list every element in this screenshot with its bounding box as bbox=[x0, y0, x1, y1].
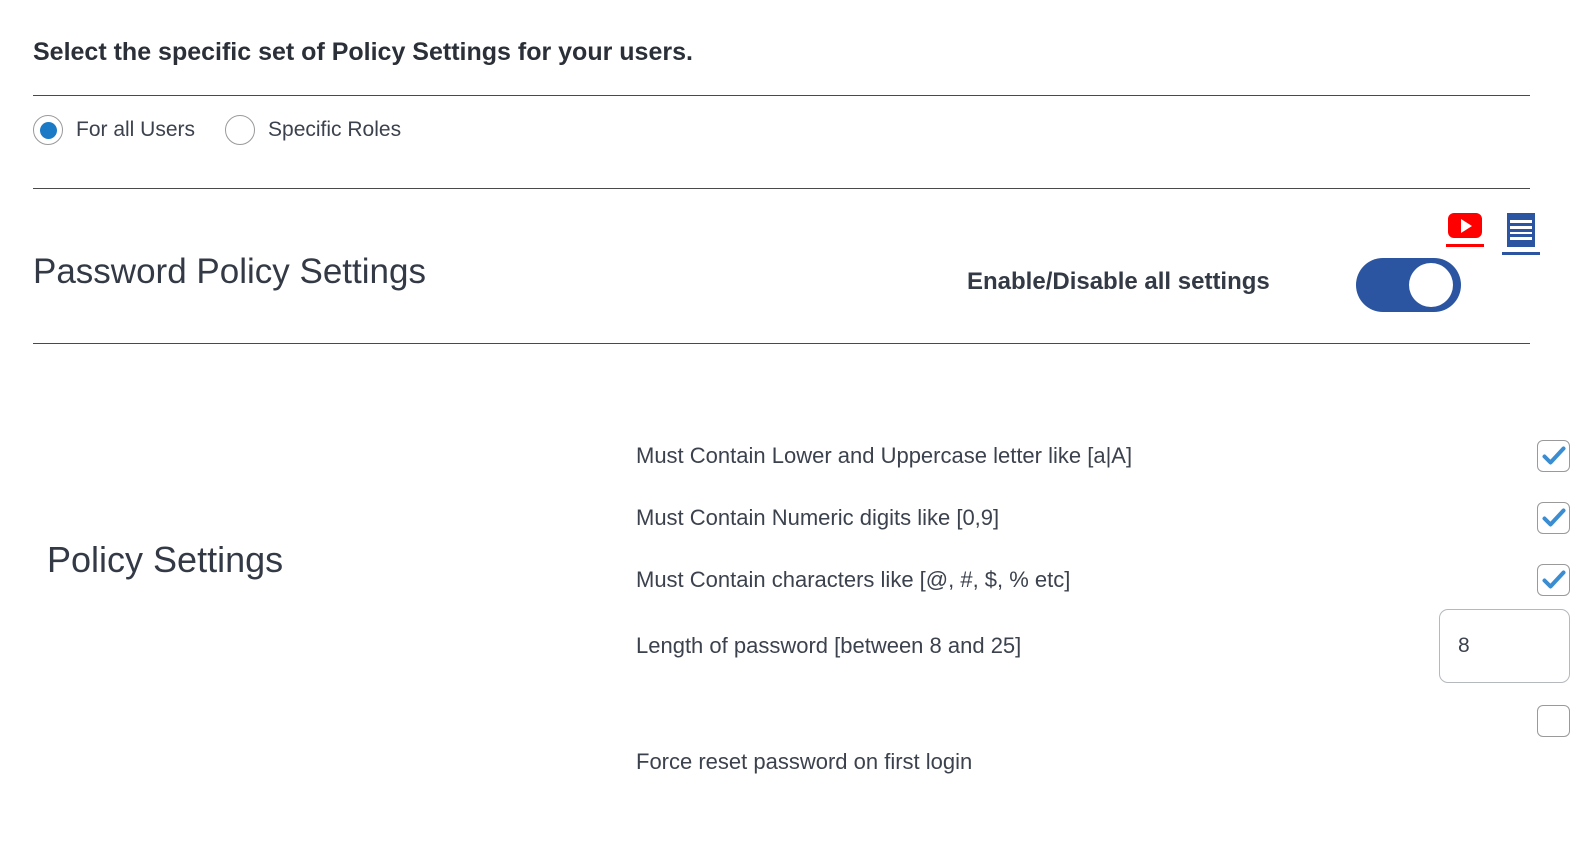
policy-row-force-reset: Force reset password on first login bbox=[636, 681, 1570, 801]
checkbox-uppercase[interactable] bbox=[1537, 440, 1570, 472]
policy-settings-group-label: Policy Settings bbox=[47, 539, 284, 580]
radio-for-all-users[interactable]: For all Users bbox=[33, 115, 195, 145]
policy-row-label: Must Contain characters like [@, #, $, %… bbox=[636, 567, 1071, 592]
toggle-knob bbox=[1409, 263, 1453, 307]
divider-top bbox=[33, 95, 1530, 96]
video-play-icon bbox=[1448, 213, 1482, 238]
policy-row-special-characters: Must Contain characters like [@, #, $, %… bbox=[636, 549, 1570, 611]
policy-row-control bbox=[1439, 609, 1570, 683]
radio-label-specific-roles: Specific Roles bbox=[268, 118, 402, 141]
policy-row-label: Must Contain Lower and Uppercase letter … bbox=[636, 443, 1133, 468]
policy-row-numeric: Must Contain Numeric digits like [0,9] bbox=[636, 487, 1570, 549]
policy-row-control bbox=[1537, 564, 1570, 596]
audience-radio-group: For all Users Specific Roles bbox=[33, 112, 401, 148]
password-length-input[interactable] bbox=[1439, 609, 1570, 683]
policy-row-password-length: Length of password [between 8 and 25] bbox=[636, 609, 1570, 683]
policy-row-control bbox=[1537, 440, 1570, 472]
checkbox-force-reset[interactable] bbox=[1537, 705, 1570, 737]
help-icon-group bbox=[1446, 213, 1540, 255]
page-instruction: Select the specific set of Policy Settin… bbox=[33, 38, 693, 66]
policy-row-label: Force reset password on first login bbox=[636, 749, 973, 774]
policy-row-control bbox=[1537, 705, 1570, 737]
checkbox-numeric[interactable] bbox=[1537, 502, 1570, 534]
policy-row-label: Must Contain Numeric digits like [0,9] bbox=[636, 505, 1000, 530]
policy-row-uppercase: Must Contain Lower and Uppercase letter … bbox=[636, 425, 1570, 487]
radio-circle-icon bbox=[33, 115, 63, 145]
documentation-button[interactable] bbox=[1502, 213, 1540, 255]
checkbox-special-characters[interactable] bbox=[1537, 564, 1570, 596]
password-policy-page: Select the specific set of Policy Settin… bbox=[0, 0, 1596, 841]
divider-middle bbox=[33, 188, 1530, 189]
radio-circle-icon bbox=[225, 115, 256, 145]
video-tutorial-button[interactable] bbox=[1446, 213, 1484, 247]
policy-settings-list: Must Contain Lower and Uppercase letter … bbox=[636, 425, 1570, 801]
radio-specific-roles[interactable]: Specific Roles bbox=[225, 115, 401, 145]
radio-label-for-all-users: For all Users bbox=[76, 118, 196, 141]
video-icon-underline bbox=[1446, 244, 1484, 247]
enable-all-label: Enable/Disable all settings bbox=[967, 268, 1270, 295]
section-title: Password Policy Settings bbox=[33, 252, 426, 291]
documentation-icon-underline bbox=[1502, 252, 1540, 255]
policy-row-label: Length of password [between 8 and 25] bbox=[636, 633, 1022, 658]
policy-row-control bbox=[1537, 502, 1570, 534]
divider-section bbox=[33, 343, 1530, 344]
enable-all-toggle[interactable] bbox=[1356, 258, 1461, 312]
document-lines-icon bbox=[1507, 213, 1535, 247]
